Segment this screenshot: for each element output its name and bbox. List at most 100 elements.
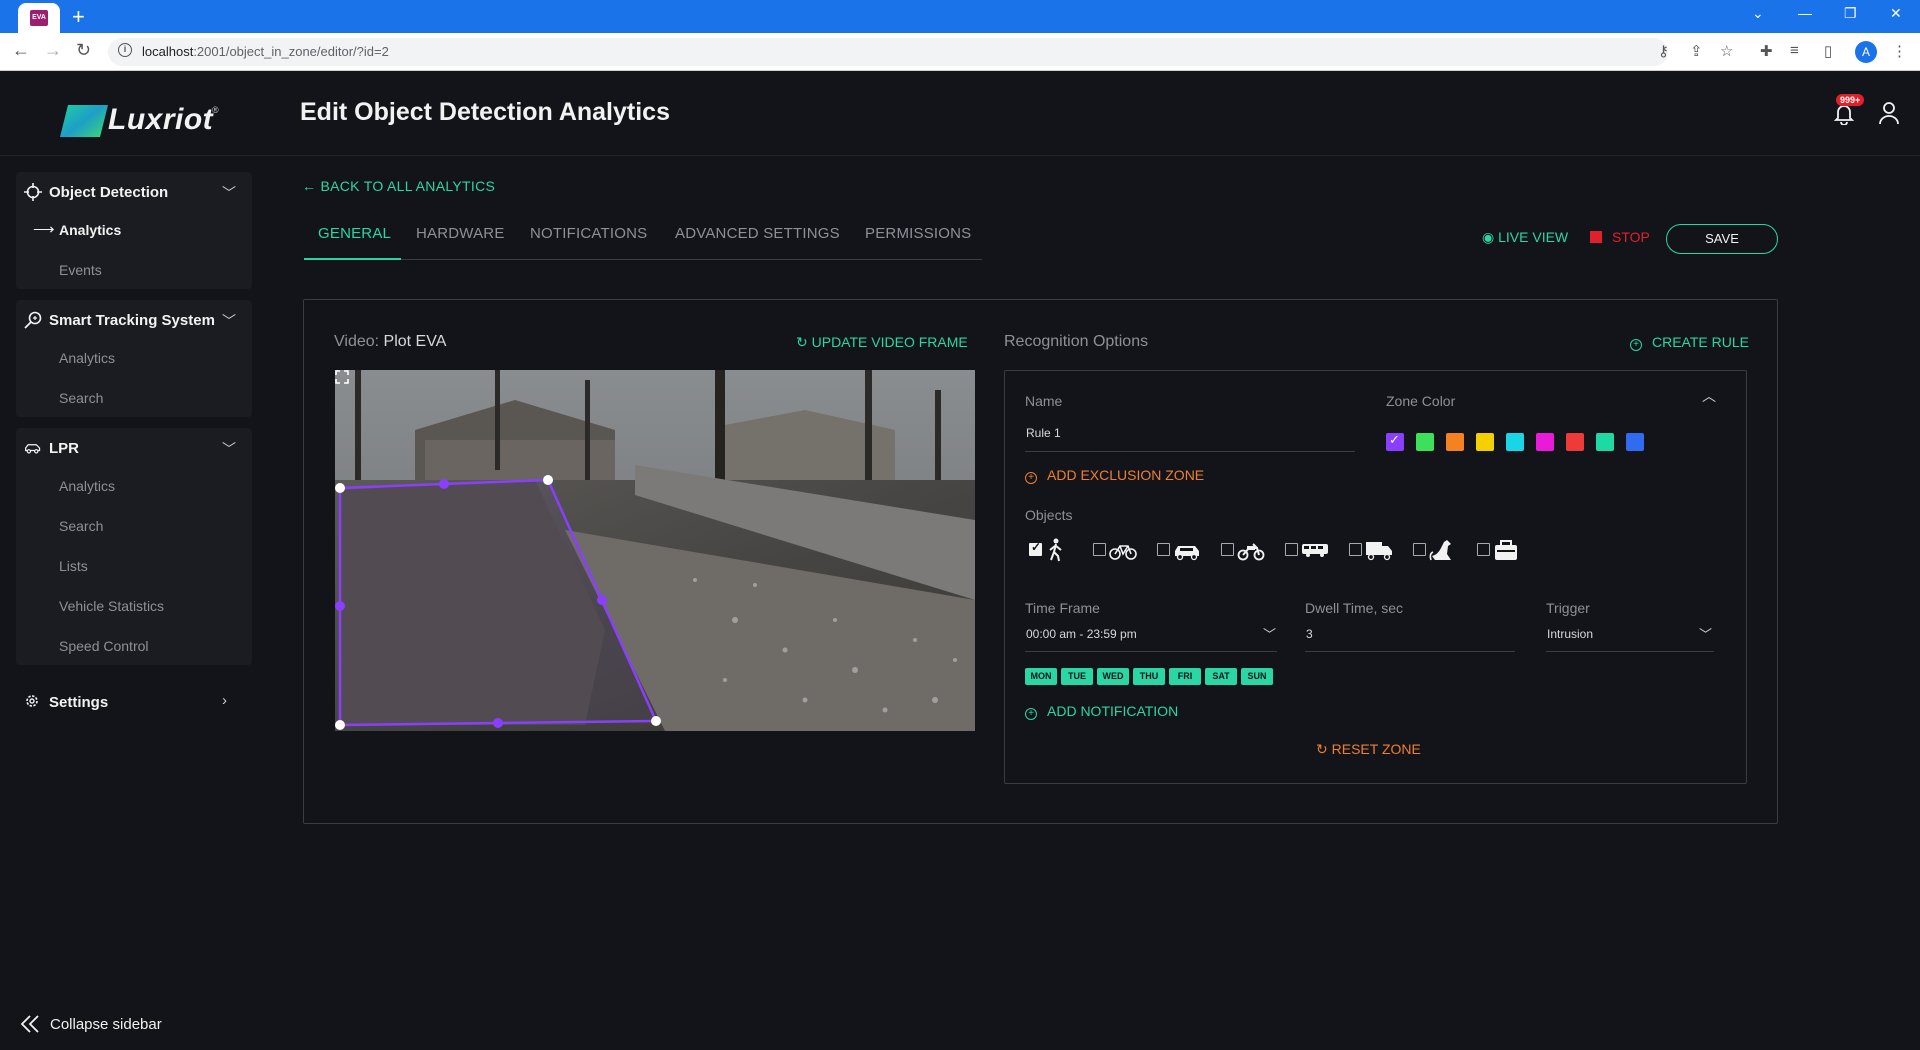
chevron-up-icon[interactable]: ︿ [1702,386,1716,406]
color-swatch-magenta[interactable] [1536,433,1554,451]
logo-text: Luxriot [108,103,214,136]
object-car[interactable] [1153,538,1205,562]
object-animal[interactable] [1409,538,1461,562]
time-frame-label: Time Frame [1025,600,1100,616]
stop-button[interactable]: STOP [1590,229,1650,245]
site-info-icon[interactable]: i [118,43,132,57]
save-button[interactable]: SAVE [1666,224,1778,254]
truck-checkbox[interactable] [1349,543,1362,556]
sidebar-item-lpr-search[interactable]: Search [16,508,252,544]
minimize-icon[interactable]: — [1798,5,1812,21]
video-frame[interactable] [335,370,975,731]
url-field[interactable]: i localhost:2001/object_in_zone/editor/?… [108,38,1668,66]
object-bus[interactable] [1281,538,1333,562]
bicycle-checkbox[interactable] [1093,543,1106,556]
object-motorcycle[interactable] [1217,538,1269,562]
tab-notifications[interactable]: NOTIFICATIONS [530,225,647,242]
sidebar-item-lpr-lists[interactable]: Lists [16,548,252,584]
restore-icon[interactable]: ❐ [1844,5,1857,22]
color-swatch-cyan[interactable] [1506,433,1524,451]
update-video-frame-button[interactable]: ↻ UPDATE VIDEO FRAME [796,334,968,351]
color-swatch-green[interactable] [1416,433,1434,451]
sidebar-group-label: Object Detection [49,184,169,201]
object-bag[interactable] [1473,538,1525,562]
back-link-label: BACK TO ALL ANALYTICS [320,178,496,194]
color-swatch-orange[interactable] [1446,433,1464,451]
trigger-select[interactable]: Intrusion [1547,627,1593,641]
arrow-left-icon: ← [302,178,321,194]
sidebar-group-label: LPR [49,440,79,457]
back-icon[interactable]: ← [12,40,30,61]
browser-menu-icon[interactable]: ⋮ [1892,42,1907,60]
sidebar-group-header-lpr[interactable]: LPR ﹀ [16,428,252,468]
pedestrian-checkbox[interactable] [1029,540,1042,556]
color-swatch-red[interactable] [1566,433,1584,451]
key-icon[interactable]: ⚷ [1658,42,1669,60]
color-swatch-blue[interactable] [1626,433,1644,451]
refresh-icon: ↻ [1316,741,1332,757]
user-icon[interactable] [1878,101,1900,125]
day-mon[interactable]: MON [1025,668,1057,685]
bookmark-star-icon[interactable]: ☆ [1720,42,1733,60]
sidebar-item-sts-search[interactable]: Search [16,380,252,416]
day-thu[interactable]: THU [1133,668,1165,685]
animal-checkbox[interactable] [1413,543,1426,556]
color-swatch-teal[interactable] [1596,433,1614,451]
new-tab-icon[interactable]: + [72,3,85,31]
sidebar-group-header-object-detection[interactable]: Object Detection ﹀ [16,172,252,212]
check-icon: ✓ [1389,432,1400,447]
collapse-sidebar-label: Collapse sidebar [50,1016,162,1033]
motorcycle-checkbox[interactable] [1221,543,1234,556]
tab-hardware[interactable]: HARDWARE [416,225,505,242]
reset-zone-button[interactable]: ↻ RESET ZONE [1316,741,1421,758]
browser-tab[interactable]: EVA [18,3,60,33]
bus-checkbox[interactable] [1285,543,1298,556]
rule-name-input[interactable]: Rule 1 [1026,426,1061,440]
sidebar-item-settings[interactable]: Settings › [16,682,252,722]
side-panel-icon[interactable]: ▯ [1824,42,1832,60]
day-sun[interactable]: SUN [1241,668,1273,685]
video-name: Plot EVA [383,333,447,350]
reload-icon[interactable]: ↻ [76,40,91,61]
sidebar-item-sts-analytics[interactable]: Analytics [16,340,252,376]
sidebar-item-events[interactable]: Events [16,252,252,288]
day-sat[interactable]: SAT [1205,668,1237,685]
fullscreen-icon[interactable] [335,370,349,384]
color-swatch-yellow[interactable] [1476,433,1494,451]
sidebar-item-lpr-analytics[interactable]: Analytics [16,468,252,504]
reading-list-icon[interactable]: ≡ [1790,42,1799,59]
car-checkbox[interactable] [1157,543,1170,556]
object-pedestrian[interactable] [1025,538,1077,562]
tab-advanced-settings[interactable]: ADVANCED SETTINGS [675,225,840,242]
stop-square-icon [1590,231,1602,243]
profile-avatar[interactable]: A [1855,41,1877,63]
object-truck[interactable] [1345,538,1397,562]
day-tue[interactable]: TUE [1061,668,1093,685]
refresh-icon: ↻ [796,334,812,350]
live-view-button[interactable]: ◉ LIVE VIEW [1482,229,1568,246]
dwell-time-input[interactable]: 3 [1306,627,1313,641]
create-rule-button[interactable]: + CREATE RULE [1630,334,1749,351]
add-exclusion-zone-button[interactable]: + ADD EXCLUSION ZONE [1025,467,1204,484]
sidebar-item-vehicle-statistics[interactable]: Vehicle Statistics [16,588,252,624]
forward-icon[interactable]: → [44,40,62,61]
object-bicycle[interactable] [1089,538,1141,562]
tab-permissions[interactable]: PERMISSIONS [865,225,971,242]
sidebar-item-analytics[interactable]: ⟶ Analytics [16,212,252,248]
name-label: Name [1025,393,1063,409]
color-swatch-purple[interactable]: ✓ [1386,432,1404,451]
sidebar-item-speed-control[interactable]: Speed Control [16,628,252,664]
back-to-all-analytics-link[interactable]: ← BACK TO ALL ANALYTICS [302,178,495,194]
collapse-sidebar-button[interactable]: Collapse sidebar [20,1014,162,1039]
extensions-icon[interactable]: ✚ [1760,42,1773,60]
add-notification-button[interactable]: + ADD NOTIFICATION [1025,703,1178,720]
day-wed[interactable]: WED [1097,668,1129,685]
sidebar-group-header-smart-tracking[interactable]: Smart Tracking System ﹀ [16,300,252,340]
share-icon[interactable]: ⇪ [1690,42,1703,60]
tab-general[interactable]: GENERAL [318,225,391,242]
bag-checkbox[interactable] [1477,543,1490,556]
tab-search-icon[interactable]: ⌄ [1752,5,1764,22]
day-fri[interactable]: FRI [1169,668,1201,685]
time-frame-select[interactable]: 00:00 am - 23:59 pm [1026,627,1137,641]
close-window-icon[interactable]: ✕ [1890,5,1902,22]
